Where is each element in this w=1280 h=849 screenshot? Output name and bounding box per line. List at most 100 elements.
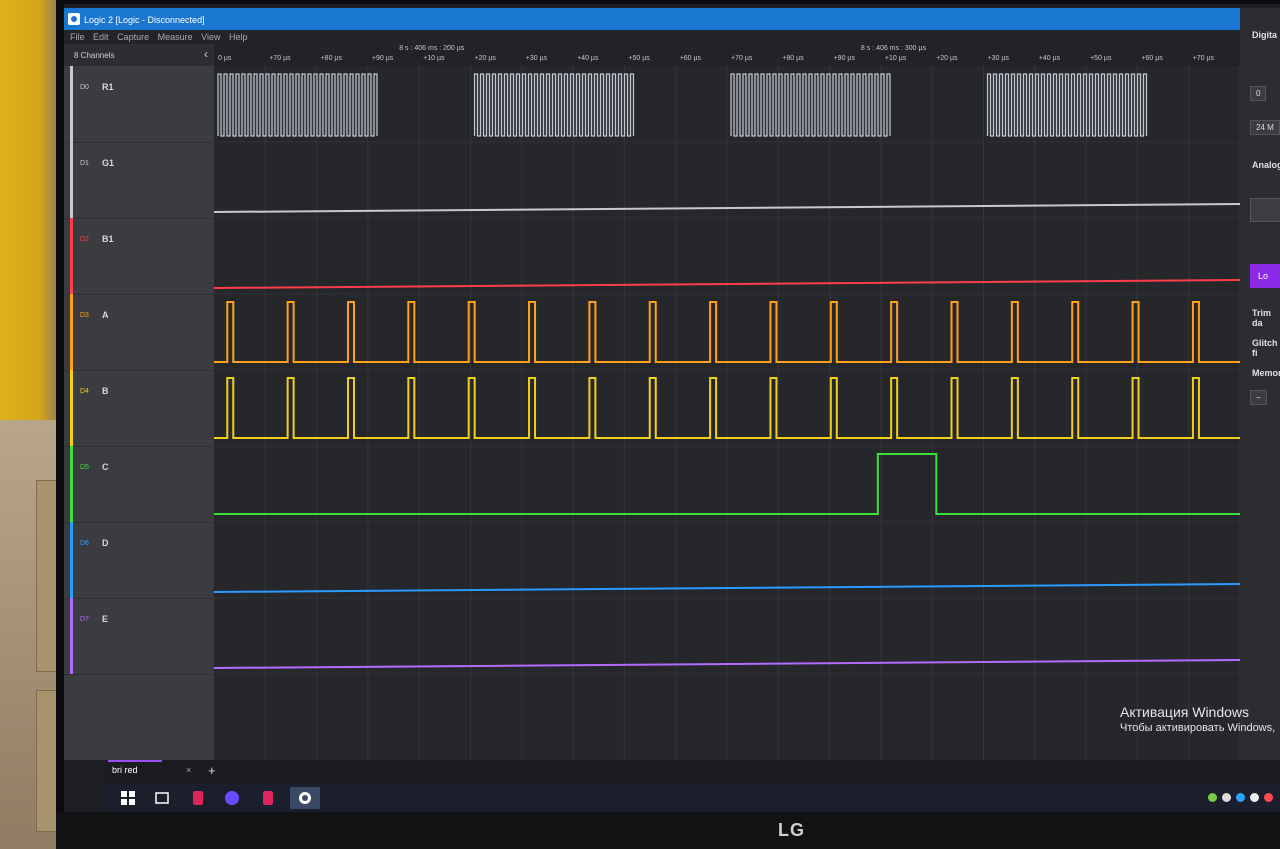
channel-row-d2[interactable]: D2 B1 bbox=[64, 218, 214, 295]
analog-value-field[interactable] bbox=[1250, 198, 1280, 222]
window-title: Logic 2 [Logic - Disconnected] bbox=[84, 15, 205, 25]
channel-color-bar bbox=[70, 218, 73, 294]
time-tick-label: +30 µs bbox=[987, 55, 1009, 62]
channel-name: A bbox=[102, 310, 109, 320]
channel-color-bar bbox=[70, 142, 73, 218]
time-tick-label: +70 µs bbox=[1192, 55, 1215, 62]
channel-id: D4 bbox=[80, 388, 89, 395]
tray-icon-5[interactable] bbox=[1264, 793, 1273, 802]
time-tick-label: +50 µs bbox=[1090, 55, 1112, 62]
channel-name: D bbox=[102, 538, 109, 548]
channel-row-d7[interactable]: D7 E bbox=[64, 598, 214, 675]
channels-count-label: 8 Channels bbox=[74, 51, 115, 60]
channel-color-bar bbox=[70, 522, 73, 598]
time-tick-label: +90 µs bbox=[371, 55, 394, 62]
channel-row-d0[interactable]: D0 R1 bbox=[64, 66, 214, 143]
time-tick-label: +90 µs bbox=[833, 55, 855, 62]
digital-value-field[interactable]: 0 bbox=[1250, 86, 1267, 101]
app-icon-red-2[interactable] bbox=[260, 790, 276, 806]
time-tick-label: +20 µs bbox=[936, 55, 958, 62]
time-tick-label: +10 µs bbox=[423, 55, 445, 62]
time-tick-label: +70 µs bbox=[731, 55, 753, 62]
lg-logo: LG bbox=[778, 820, 805, 840]
loop-button[interactable]: Lo bbox=[1250, 264, 1280, 288]
channel-name: R1 bbox=[102, 82, 114, 92]
channel-row-d3[interactable]: D3 A bbox=[64, 294, 214, 371]
channel-id: D6 bbox=[80, 540, 89, 547]
windows-activation-watermark: Активация Windows Чтобы активировать Win… bbox=[1120, 704, 1275, 734]
tab-bar: bri red × + bbox=[104, 760, 1280, 782]
menu-help[interactable]: Help bbox=[229, 32, 248, 42]
tab-bri-red[interactable]: bri red bbox=[112, 765, 138, 775]
screen: Logic 2 [Logic - Disconnected] File Edit… bbox=[64, 4, 1280, 812]
channel-row-d4[interactable]: D4 B bbox=[64, 370, 214, 447]
tab-close-icon[interactable]: × bbox=[186, 765, 191, 775]
channel-name: E bbox=[102, 614, 109, 624]
time-tick-label: +40 µs bbox=[577, 55, 599, 62]
channel-color-bar bbox=[70, 66, 73, 142]
activation-subtitle: Чтобы активировать Windows, bbox=[1120, 722, 1276, 734]
taskbar bbox=[104, 784, 1280, 812]
time-tick-label: +60 µs bbox=[679, 55, 702, 62]
channel-row-d5[interactable]: D5 C bbox=[64, 446, 214, 523]
tray-icon-1[interactable] bbox=[1208, 793, 1217, 802]
sample-rate-select[interactable]: 24 M bbox=[1250, 120, 1280, 135]
channel-name: B bbox=[102, 386, 109, 396]
app-icon-red[interactable] bbox=[190, 790, 206, 806]
activation-title: Активация Windows bbox=[1120, 704, 1250, 720]
time-tick-label: +70 µs bbox=[269, 55, 291, 62]
menu-capture[interactable]: Capture bbox=[117, 32, 149, 42]
menu-file[interactable]: File bbox=[70, 32, 85, 42]
signal-d0-burst-shade bbox=[218, 74, 378, 136]
windows-start-icon[interactable] bbox=[120, 790, 136, 806]
channels-panel: 8 Channels ‹ D0 R1 D1 G1 D2 B1 D3 A D4 B D5 C D6 D D7 E bbox=[64, 44, 214, 760]
signal-d0-burst-shade bbox=[474, 74, 634, 136]
add-tab-button[interactable]: + bbox=[208, 763, 216, 778]
logic-app-icon bbox=[68, 13, 80, 25]
menu-view[interactable]: View bbox=[201, 32, 220, 42]
time-tick-label: +20 µs bbox=[474, 55, 496, 62]
channel-name: C bbox=[102, 462, 109, 472]
time-tick-label: +80 µs bbox=[320, 55, 342, 62]
time-marker-label: 8 s : 406 ms : 200 µs bbox=[399, 45, 465, 52]
signal-d0-burst-shade bbox=[731, 74, 891, 136]
title-bar: Logic 2 [Logic - Disconnected] bbox=[64, 8, 1280, 30]
tray-icon-2[interactable] bbox=[1222, 793, 1231, 802]
active-tab-indicator bbox=[108, 760, 162, 762]
tray-icon-3[interactable] bbox=[1236, 793, 1245, 802]
time-tick-label: +30 µs bbox=[525, 55, 548, 62]
memory-label: Memor bbox=[1252, 368, 1280, 378]
channel-name: B1 bbox=[102, 234, 114, 244]
signal-d0-burst-shade bbox=[987, 74, 1147, 136]
channel-color-bar bbox=[70, 294, 73, 370]
channel-id: D3 bbox=[80, 312, 89, 319]
digital-label: Digita bbox=[1252, 30, 1278, 40]
trim-label: Trim da bbox=[1252, 308, 1272, 328]
channel-color-bar bbox=[70, 446, 73, 522]
memory-decrease-button[interactable]: − bbox=[1250, 390, 1267, 405]
collapse-panel-icon[interactable]: ‹ bbox=[204, 47, 208, 61]
menu-measure[interactable]: Measure bbox=[158, 32, 193, 42]
channel-id: D7 bbox=[80, 616, 89, 623]
time-marker-label: 8 s : 406 ms : 300 µs bbox=[860, 45, 927, 52]
task-view-icon[interactable] bbox=[154, 790, 170, 806]
app-icon-purple[interactable] bbox=[224, 790, 240, 806]
channel-row-d1[interactable]: D1 G1 bbox=[64, 142, 214, 219]
channel-id: D2 bbox=[80, 236, 89, 243]
menu-bar: File Edit Capture Measure View Help bbox=[64, 30, 1280, 44]
monitor-bezel bbox=[56, 812, 1280, 849]
analog-label: Analog bbox=[1252, 160, 1280, 170]
time-tick-label: +50 µs bbox=[628, 55, 650, 62]
menu-edit[interactable]: Edit bbox=[93, 32, 109, 42]
glitch-label: Glitch fi bbox=[1252, 338, 1278, 358]
channel-id: D5 bbox=[80, 464, 89, 471]
logic-taskbar-icon[interactable] bbox=[290, 787, 320, 809]
waveform-canvas[interactable] bbox=[214, 66, 1240, 760]
tray-icon-4[interactable] bbox=[1250, 793, 1259, 802]
time-tick-label: 0 µs bbox=[218, 55, 232, 62]
waveform-area[interactable]: 0 µs +70 µs +80 µs +90 µs +10 µs +20 µs +30 µs… bbox=[214, 44, 1240, 760]
time-tick-label: +10 µs bbox=[884, 55, 907, 62]
time-tick-label: +40 µs bbox=[1038, 55, 1061, 62]
time-ruler[interactable]: 0 µs +70 µs +80 µs +90 µs +10 µs +20 µs +30 µs… bbox=[214, 44, 1240, 66]
channel-row-d6[interactable]: D6 D bbox=[64, 522, 214, 599]
